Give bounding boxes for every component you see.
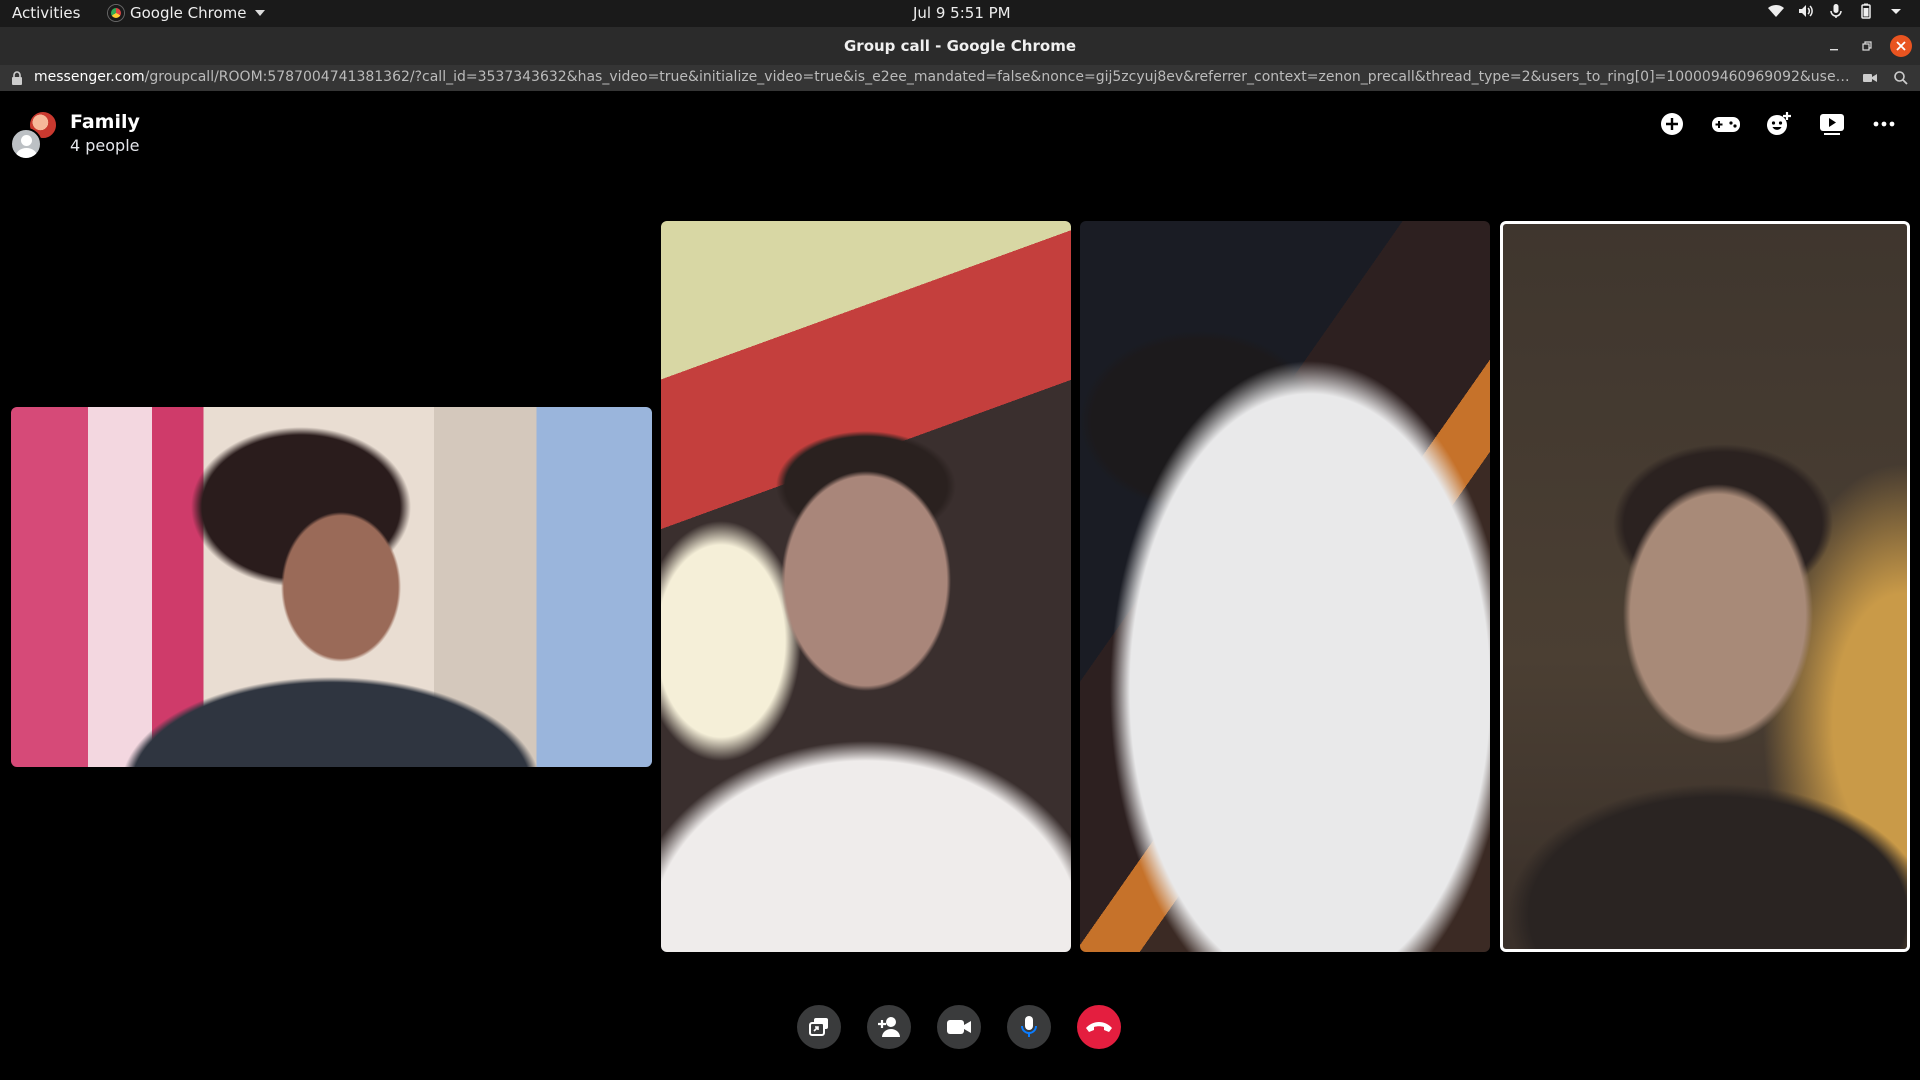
- games-button[interactable]: [1709, 110, 1743, 138]
- window-title-bar: Group call - Google Chrome: [0, 27, 1920, 65]
- more-options-button[interactable]: [1867, 110, 1901, 138]
- camera-toggle-button[interactable]: [937, 1005, 981, 1049]
- mic-icon: [1828, 3, 1844, 19]
- add-person-icon: [878, 1017, 900, 1037]
- add-people-button[interactable]: [1655, 110, 1689, 138]
- lock-icon: [12, 71, 22, 85]
- effects-button[interactable]: [1762, 110, 1796, 138]
- add-person-button[interactable]: [867, 1005, 911, 1049]
- url-text[interactable]: messenger.com/groupcall/ROOM:57870047413…: [34, 69, 1854, 85]
- close-icon: [1896, 41, 1906, 51]
- watch-together-button[interactable]: [1815, 110, 1849, 138]
- participant-video-4-active-speaker[interactable]: [1500, 221, 1910, 952]
- activities-button[interactable]: Activities: [12, 4, 80, 22]
- minimize-icon: [1830, 49, 1838, 51]
- share-screen-icon: [809, 1018, 828, 1036]
- minimize-button[interactable]: [1823, 35, 1845, 57]
- more-horizontal-icon: [1873, 121, 1895, 127]
- system-tray[interactable]: [1768, 3, 1904, 19]
- app-menu[interactable]: Google Chrome: [108, 4, 265, 22]
- address-bar[interactable]: messenger.com/groupcall/ROOM:57870047413…: [0, 65, 1920, 91]
- add-reaction-icon: [1767, 112, 1791, 135]
- group-avatar[interactable]: [10, 110, 60, 160]
- participant-video-3[interactable]: [1080, 221, 1490, 952]
- volume-icon: [1798, 3, 1814, 19]
- camera-in-use-icon[interactable]: [1862, 70, 1878, 89]
- share-screen-button[interactable]: [797, 1005, 841, 1049]
- participant-video-1[interactable]: [11, 407, 652, 767]
- url-host: messenger.com: [34, 69, 145, 85]
- member-count: 4 people: [70, 136, 140, 155]
- camera-icon: [947, 1020, 971, 1034]
- system-top-bar: Activities Google Chrome Jul 9 5:51 PM: [0, 0, 1920, 27]
- app-menu-label: Google Chrome: [130, 4, 247, 22]
- microphone-toggle-button[interactable]: [1007, 1005, 1051, 1049]
- restore-icon: [1862, 41, 1872, 51]
- thread-title[interactable]: Family: [70, 111, 140, 133]
- play-screen-icon: [1820, 114, 1844, 135]
- end-call-icon: [1086, 1022, 1112, 1032]
- zoom-icon[interactable]: [1893, 70, 1909, 90]
- battery-icon: [1858, 3, 1874, 19]
- clock[interactable]: Jul 9 5:51 PM: [913, 4, 1011, 22]
- microphone-icon: [1021, 1016, 1037, 1037]
- add-circle-icon: [1661, 113, 1683, 135]
- participant-video-2[interactable]: [661, 221, 1071, 952]
- restore-button[interactable]: [1856, 35, 1878, 57]
- caret-down-icon: [254, 10, 265, 16]
- wifi-icon: [1768, 3, 1784, 19]
- end-call-button[interactable]: [1077, 1005, 1121, 1049]
- url-path: /groupcall/ROOM:5787004741381362/?call_i…: [144, 69, 1854, 85]
- chevron-down-icon: [1888, 3, 1904, 19]
- window-title: Group call - Google Chrome: [843, 37, 1076, 55]
- gamepad-icon: [1712, 117, 1740, 132]
- chrome-icon: [108, 5, 124, 21]
- close-button[interactable]: [1890, 35, 1912, 57]
- default-avatar-icon: [10, 128, 42, 160]
